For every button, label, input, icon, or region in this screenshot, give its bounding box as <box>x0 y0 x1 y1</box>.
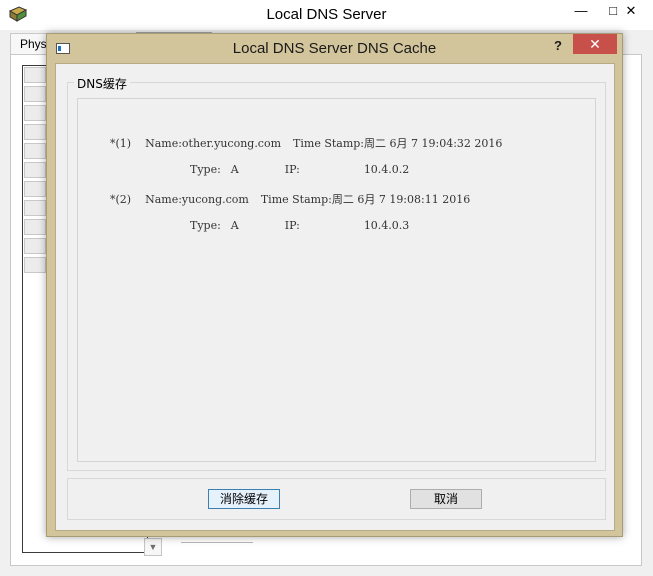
chevron-down-icon[interactable]: ▼ <box>144 538 162 556</box>
entry-type: A <box>230 219 239 232</box>
group-caption: DNS缓存 <box>74 75 130 92</box>
entry-type-label: Type: <box>189 163 221 176</box>
cache-entry-detail: Type: A IP: 10.4.0.3 <box>162 206 409 245</box>
cancel-button[interactable]: 取消 <box>410 489 482 509</box>
clear-cache-button[interactable]: 消除缓存 <box>208 489 280 509</box>
entry-name: other.yucong.com <box>181 137 282 150</box>
entry-timestamp-label: Time Stamp: <box>260 193 332 206</box>
entry-type-label: Type: <box>189 219 221 232</box>
list-item[interactable] <box>24 86 46 102</box>
dialog-titlebar[interactable]: Local DNS Server DNS Cache ? ✕ <box>47 34 622 62</box>
help-button[interactable]: ? <box>547 37 569 55</box>
entry-timestamp: 周二 6月 7 19:04:32 2016 <box>364 137 503 150</box>
list-item[interactable] <box>24 200 46 216</box>
entry-index: *(2) <box>109 193 132 206</box>
entry-ip: 10.4.0.3 <box>363 219 410 232</box>
dialog-title: Local DNS Server DNS Cache <box>232 40 437 57</box>
entry-type: A <box>230 163 239 176</box>
cache-display[interactable]: *(1) Name:other.yucong.com Time Stamp:周二 6… <box>77 98 596 462</box>
list-item[interactable] <box>24 257 46 273</box>
entry-name: yucong.com <box>181 193 249 206</box>
list-item[interactable] <box>24 105 46 121</box>
entry-name-label: Name: <box>145 193 182 206</box>
entry-index: *(1) <box>109 137 132 150</box>
entry-timestamp-label: Time Stamp: <box>293 137 365 150</box>
dns-cache-dialog: Local DNS Server DNS Cache ? ✕ DNS缓存 *(1… <box>46 33 623 537</box>
entry-ip: 10.4.0.2 <box>363 163 410 176</box>
field-edge <box>181 540 253 543</box>
entry-timestamp: 周二 6月 7 19:08:11 2016 <box>331 193 471 206</box>
entry-ip-label: IP: <box>284 163 300 176</box>
list-item[interactable] <box>24 143 46 159</box>
button-row: 消除缓存 取消 <box>67 478 606 520</box>
list-item[interactable] <box>24 162 46 178</box>
dialog-client: DNS缓存 *(1) Name:other.yucong.com Time Stam… <box>55 63 615 531</box>
dialog-close-button[interactable]: ✕ <box>573 34 617 54</box>
list-item[interactable] <box>24 219 46 235</box>
list-item[interactable] <box>24 67 46 83</box>
list-item[interactable] <box>24 181 46 197</box>
main-close-button[interactable]: ✕ <box>616 0 646 22</box>
list-item[interactable] <box>24 124 46 140</box>
list-item[interactable] <box>24 238 46 254</box>
entry-name-label: Name: <box>145 137 182 150</box>
main-window-title: Local DNS Server <box>266 6 387 23</box>
minimize-button[interactable]: — <box>566 0 596 22</box>
main-titlebar: Local DNS Server — □ ✕ <box>0 0 653 30</box>
entry-ip-label: IP: <box>284 219 300 232</box>
